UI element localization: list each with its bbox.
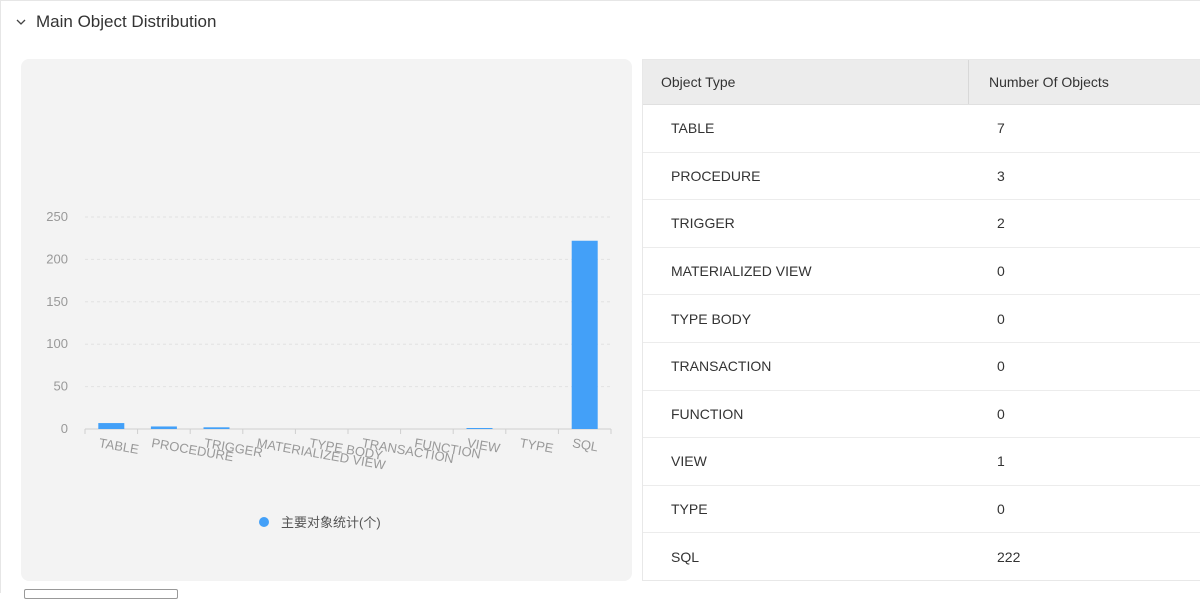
x-tick-label: SQL: [571, 435, 599, 454]
table-row[interactable]: PROCEDURE 3: [643, 153, 1200, 201]
column-header-number-of-objects[interactable]: Number Of Objects: [969, 60, 1200, 104]
bar[interactable]: [150, 426, 177, 429]
table-row[interactable]: TYPE 0: [643, 486, 1200, 534]
table-body: TABLE 7 PROCEDURE 3 TRIGGER 2 MATERIALIZED VIE…: [643, 105, 1200, 581]
bar-chart-panel: 0 50 100 150 200 250 TABLE PROCEDURE TRIGGER MATE…: [21, 59, 632, 581]
cell-object-count: 0: [997, 263, 1005, 280]
y-tick-label: 100: [46, 336, 68, 351]
cell-object-type: TRANSACTION: [671, 358, 772, 375]
table-row[interactable]: FUNCTION 0: [643, 391, 1200, 439]
cell-object-count: 0: [997, 358, 1005, 375]
x-tick-label: TYPE: [519, 435, 555, 456]
cell-object-count: 7: [997, 120, 1005, 137]
cell-object-count: 0: [997, 310, 1005, 327]
cell-object-type: VIEW: [671, 453, 707, 470]
section-title: Main Object Distribution: [36, 12, 217, 31]
table-row[interactable]: TABLE 7: [643, 105, 1200, 153]
cell-object-type: TYPE: [671, 501, 708, 518]
cell-object-type: PROCEDURE: [671, 167, 761, 184]
table-header: Object Type Number Of Objects: [643, 60, 1200, 105]
y-tick-label: 200: [46, 251, 68, 266]
cell-object-type: TRIGGER: [671, 215, 735, 232]
table-row[interactable]: TRIGGER 2: [643, 200, 1200, 248]
cell-object-count: 2: [997, 215, 1005, 232]
chart-legend[interactable]: 主要对象统计(个): [259, 512, 381, 531]
cell-object-type: SQL: [671, 549, 700, 566]
cell-object-type: FUNCTION: [671, 405, 744, 422]
cell-object-count: 222: [997, 549, 1021, 566]
table-row[interactable]: SQL 222: [643, 533, 1200, 581]
bar[interactable]: [466, 428, 493, 429]
legend-dot: [259, 516, 269, 527]
bar[interactable]: [203, 427, 230, 429]
top-divider: [0, 0, 1200, 2]
y-tick-label: 50: [54, 379, 68, 394]
section-toggle[interactable]: Main Object Distribution: [14, 12, 216, 32]
table-row[interactable]: TRANSACTION 0: [643, 343, 1200, 391]
cell-object-type: TABLE: [671, 120, 715, 137]
bottom-control[interactable]: [24, 589, 178, 599]
y-tick-label: 0: [61, 421, 68, 436]
object-table: Object Type Number Of Objects TABLE 7 PROC…: [642, 59, 1200, 581]
bar[interactable]: [571, 240, 598, 429]
x-tick-label: TABLE: [98, 435, 141, 457]
cell-object-count: 1: [997, 453, 1005, 470]
cell-object-count: 3: [997, 167, 1005, 184]
table-row[interactable]: TYPE BODY 0: [643, 295, 1200, 343]
left-divider: [0, 0, 1, 593]
column-header-object-type[interactable]: Object Type: [643, 60, 969, 104]
table-row[interactable]: MATERIALIZED VIEW 0: [643, 248, 1200, 296]
bar[interactable]: [98, 423, 125, 429]
legend-label: 主要对象统计(个): [281, 515, 381, 530]
cell-object-count: 0: [997, 405, 1005, 422]
y-tick-label: 250: [46, 209, 68, 224]
y-tick-label: 150: [46, 294, 68, 309]
cell-object-type: TYPE BODY: [671, 310, 752, 327]
cell-object-type: MATERIALIZED VIEW: [671, 263, 812, 280]
cell-object-count: 0: [997, 501, 1005, 518]
chevron-down-icon: [16, 19, 26, 25]
table-row[interactable]: VIEW 1: [643, 438, 1200, 486]
bar-chart: 050100150200250TABLE PROCEDURETRIGGERMATE…: [46, 209, 612, 473]
